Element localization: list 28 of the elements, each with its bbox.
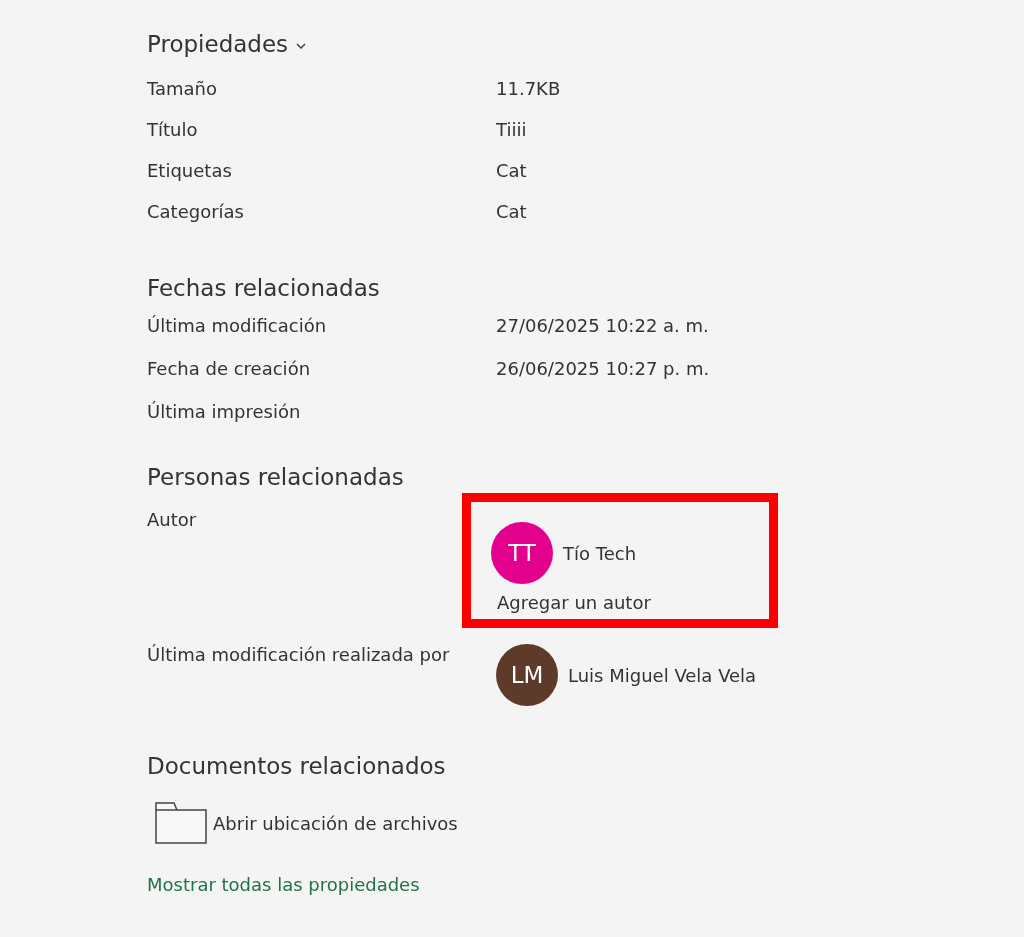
property-value[interactable]: 11.7KB <box>496 78 561 99</box>
section-heading: Personas relacionadas <box>147 463 405 492</box>
property-value[interactable]: Cat <box>496 160 527 181</box>
property-label: Autor <box>147 508 198 532</box>
add-author-link[interactable]: Agregar un autor <box>491 592 769 613</box>
property-value[interactable]: Cat <box>496 201 527 222</box>
show-all-properties-link[interactable]: Mostrar todas las propiedades <box>147 874 420 895</box>
property-label: Última modificación <box>147 315 328 336</box>
open-location-link[interactable]: Abrir ubicación de archivos <box>213 812 458 834</box>
person-name[interactable]: Luis Miguel Vela Vela <box>568 664 757 686</box>
section-heading: Propiedades <box>147 31 289 57</box>
section-heading: Fechas relacionadas <box>147 274 381 303</box>
section-heading: Documentos relacionados <box>147 752 447 781</box>
property-label: Título <box>147 119 199 140</box>
property-label: Fecha de creación <box>147 358 312 379</box>
property-label: Última modificación realizada por <box>147 643 451 667</box>
folder-icon[interactable] <box>155 802 207 844</box>
property-value: 27/06/2025 10:22 a. m. <box>496 315 709 336</box>
property-label: Categorías <box>147 201 245 222</box>
property-label: Tamaño <box>147 78 219 99</box>
chevron-down-icon[interactable] <box>296 43 307 49</box>
property-value[interactable]: Tiiii <box>496 119 527 140</box>
avatar: LM <box>496 644 558 706</box>
property-value: 26/06/2025 10:27 p. m. <box>496 358 710 379</box>
avatar: TT <box>491 522 553 584</box>
property-label: Última impresión <box>147 401 302 422</box>
property-label: Etiquetas <box>147 160 233 181</box>
person-name[interactable]: Tío Tech <box>563 542 637 564</box>
